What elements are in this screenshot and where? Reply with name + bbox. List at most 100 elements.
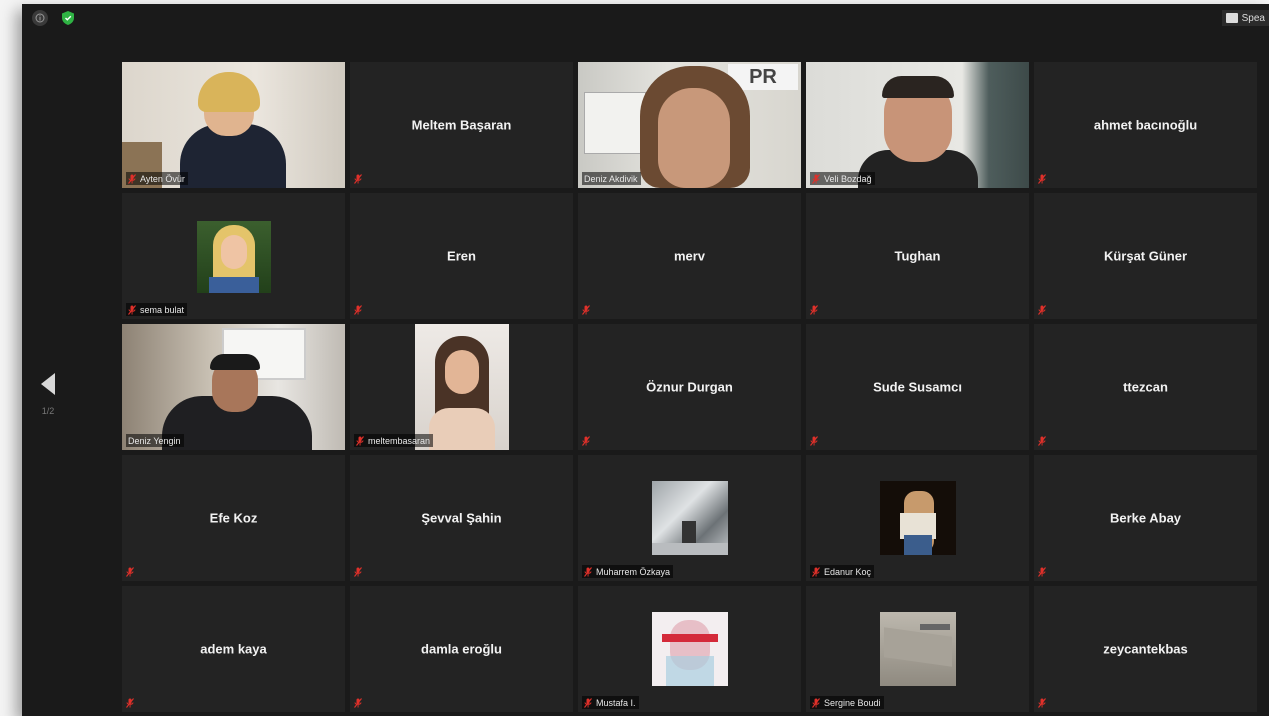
participant-grid: Ayten Övür Meltem Başaran PR Deniz Akdivi… — [122, 62, 1258, 712]
chevron-left-icon — [41, 373, 55, 395]
participant-label: Veli Bozdağ — [810, 172, 875, 185]
participant-name: Öznur Durgan — [646, 379, 733, 395]
mic-muted-icon — [126, 697, 134, 708]
participant-tile-mustafa-i[interactable]: Mustafa I. — [578, 586, 801, 712]
mic-muted-icon — [354, 566, 362, 577]
mic-muted-icon — [126, 566, 134, 577]
participant-label: sema bulat — [126, 303, 188, 316]
participant-label-name: Deniz Yengin — [128, 435, 181, 446]
mic-muted-icon — [1038, 173, 1046, 184]
participant-tile-edanur-ko[interactable]: Edanur Koç — [806, 455, 1029, 581]
mic-muted-icon — [812, 697, 820, 708]
participant-tile-znur-durgan[interactable]: Öznur Durgan — [578, 324, 801, 450]
mic-muted-icon — [354, 697, 362, 708]
mic-muted-icon — [584, 697, 592, 708]
participant-label — [810, 303, 822, 316]
participant-tile-sude-susamc[interactable]: Sude Susamcı — [806, 324, 1029, 450]
participant-label — [1038, 303, 1050, 316]
profile-picture — [880, 481, 956, 555]
participant-label-name: Edanur Koç — [824, 566, 872, 577]
participant-tile-evval-ahin[interactable]: Şevval Şahin — [350, 455, 573, 581]
mic-muted-icon — [812, 566, 820, 577]
mic-muted-icon — [356, 435, 364, 446]
participant-tile-berke-abay[interactable]: Berke Abay — [1034, 455, 1257, 581]
participant-label-name: Deniz Akdivik — [584, 173, 638, 184]
participant-tile-adem-kaya[interactable]: adem kaya — [122, 586, 345, 712]
participant-tile-deniz-akdivik[interactable]: PR Deniz Akdivik — [578, 62, 801, 188]
participant-name: zeycantekbas — [1103, 641, 1188, 657]
participant-tile-ayten-v-r[interactable]: Ayten Övür — [122, 62, 345, 188]
view-button-label: Spea — [1241, 12, 1265, 24]
participant-tile-merv[interactable]: merv — [578, 193, 801, 319]
participant-name: ahmet bacınoğlu — [1093, 117, 1198, 133]
participant-name: Eren — [447, 248, 476, 264]
profile-picture — [880, 612, 956, 686]
participant-label: Deniz Yengin — [126, 434, 184, 447]
participant-label — [1038, 172, 1050, 185]
participant-label: Deniz Akdivik — [582, 172, 641, 185]
mic-muted-icon — [582, 435, 590, 446]
profile-picture — [415, 324, 509, 450]
video-feed — [122, 324, 345, 450]
participant-tile-sema-bulat[interactable]: sema bulat — [122, 193, 345, 319]
encryption-shield-icon[interactable] — [60, 10, 76, 26]
participant-label — [582, 303, 594, 316]
participant-label — [582, 434, 594, 447]
participant-tile-meltembasaran[interactable]: meltembasaran — [350, 324, 573, 450]
mic-muted-icon — [812, 173, 820, 184]
mic-muted-icon — [810, 435, 818, 446]
mic-muted-icon — [1038, 304, 1046, 315]
participant-tile-tughan[interactable]: Tughan — [806, 193, 1029, 319]
participant-label: Edanur Koç — [810, 565, 875, 578]
participant-name: Sude Susamcı — [873, 379, 962, 395]
participant-name: Meltem Başaran — [411, 117, 512, 133]
mic-muted-icon — [1038, 697, 1046, 708]
view-grid-icon — [1225, 13, 1238, 23]
participant-tile-zeycantekbas[interactable]: zeycantekbas — [1034, 586, 1257, 712]
participant-tile-sergine-boudi[interactable]: Sergine Boudi — [806, 586, 1029, 712]
profile-picture — [652, 612, 728, 686]
video-feed: PR — [578, 62, 801, 188]
participant-tile-deniz-yengin[interactable]: Deniz Yengin — [122, 324, 345, 450]
participant-label: Mustafa I. — [582, 696, 639, 709]
participant-name: merv — [673, 248, 706, 264]
participant-label — [1038, 565, 1050, 578]
meeting-window: Spea 1/2 Ayten Övür Meltem Başaran PR Den… — [22, 4, 1269, 716]
participant-label-name: Sergine Boudi — [824, 697, 881, 708]
participant-tile-ahmet-bac-no-lu[interactable]: ahmet bacınoğlu — [1034, 62, 1257, 188]
participant-label-name: Veli Bozdağ — [824, 173, 872, 184]
participant-label — [126, 565, 138, 578]
participant-tile-eren[interactable]: Eren — [350, 193, 573, 319]
mic-muted-icon — [128, 173, 136, 184]
participant-tile-ttezcan[interactable]: ttezcan — [1034, 324, 1257, 450]
participant-tile-efe-koz[interactable]: Efe Koz — [122, 455, 345, 581]
page-indicator: 1/2 — [41, 406, 55, 416]
profile-picture — [652, 481, 728, 555]
participant-name: adem kaya — [200, 641, 267, 657]
mic-muted-icon — [1038, 435, 1046, 446]
participant-tile-muharrem-zkaya[interactable]: Muharrem Özkaya — [578, 455, 801, 581]
previous-page-button[interactable]: 1/2 — [36, 372, 60, 432]
participant-label: Muharrem Özkaya — [582, 565, 674, 578]
mic-muted-icon — [584, 566, 592, 577]
mic-muted-icon — [128, 304, 136, 315]
participant-label — [354, 172, 366, 185]
participant-label — [354, 565, 366, 578]
info-icon[interactable] — [32, 10, 48, 26]
participant-name: damla eroğlu — [421, 641, 502, 657]
participant-tile-meltem-ba-aran[interactable]: Meltem Başaran — [350, 62, 573, 188]
participant-label — [354, 303, 366, 316]
speaker-view-button[interactable]: Spea — [1221, 10, 1269, 26]
participant-tile-veli-bozda[interactable]: Veli Bozdağ — [806, 62, 1029, 188]
participant-name: ttezcan — [1123, 379, 1168, 395]
participant-label — [126, 696, 138, 709]
participant-tile-damla-ero-lu[interactable]: damla eroğlu — [350, 586, 573, 712]
mic-muted-icon — [354, 173, 362, 184]
participant-name: Kürşat Güner — [1103, 248, 1188, 264]
mic-muted-icon — [810, 304, 818, 315]
participant-label — [1038, 696, 1050, 709]
participant-name: Şevval Şahin — [421, 510, 502, 526]
participant-label — [1038, 434, 1050, 447]
mic-muted-icon — [1038, 566, 1046, 577]
participant-tile-k-r-at-g-ner[interactable]: Kürşat Güner — [1034, 193, 1257, 319]
